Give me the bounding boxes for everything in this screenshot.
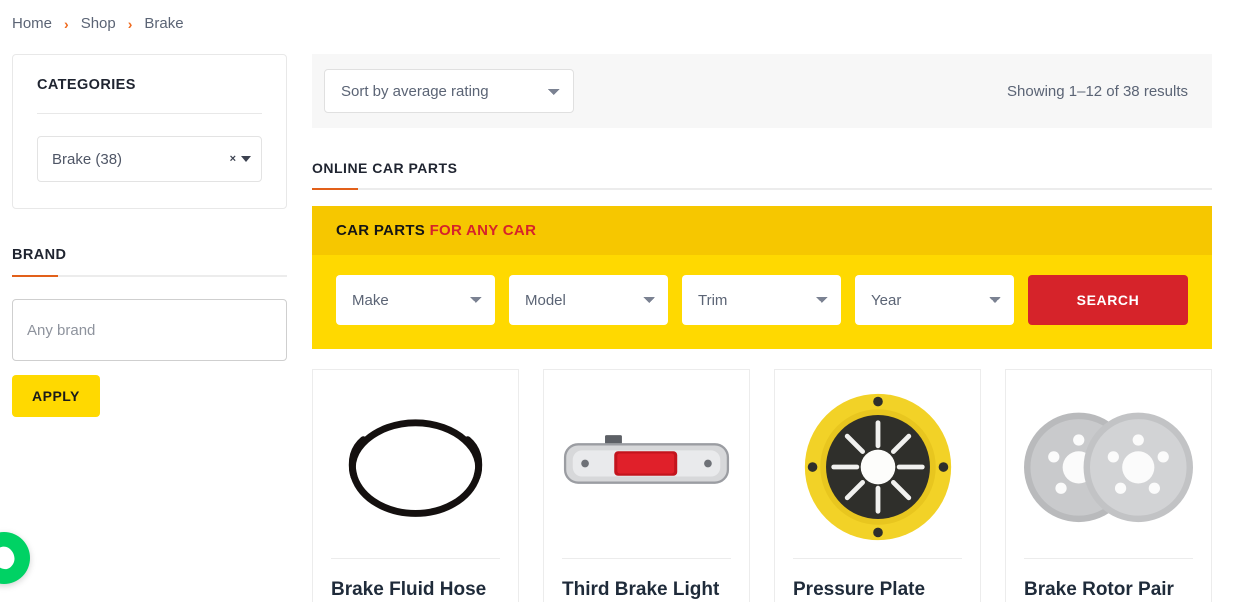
car-finder-heading: CAR PARTS FOR ANY CAR <box>312 206 1212 255</box>
chevron-right-icon: › <box>64 15 69 32</box>
product-card[interactable]: Brake Rotor Pair <box>1005 369 1212 602</box>
categories-panel: CATEGORIES Brake (38) × <box>12 54 287 209</box>
product-title[interactable]: Third Brake Light <box>562 577 731 602</box>
main-content: Sort by average rating Showing 1–12 of 3… <box>312 32 1212 602</box>
category-select[interactable]: Brake (38) × <box>37 136 262 182</box>
section-underline <box>312 188 1212 190</box>
whatsapp-icon <box>0 546 15 570</box>
brand-input[interactable] <box>12 299 287 361</box>
product-card[interactable]: Third Brake Light <box>543 369 750 602</box>
apply-button[interactable]: APPLY <box>12 375 100 417</box>
trim-select[interactable]: Trim <box>682 275 841 325</box>
breadcrumb-item-shop[interactable]: Shop <box>81 15 116 32</box>
product-image-brake-fluid-hose <box>331 384 500 544</box>
make-select[interactable]: Make <box>336 275 495 325</box>
chevron-right-icon: › <box>127 15 133 32</box>
product-card[interactable]: Pressure Plate <box>774 369 981 602</box>
chevron-down-icon[interactable] <box>241 156 251 162</box>
divider <box>793 558 962 559</box>
results-count: Showing 1–12 of 38 results <box>1007 82 1188 100</box>
car-finder-fields: Make Model Trim Year SEARCH <box>312 255 1212 349</box>
category-select-value: Brake (38) <box>52 150 123 168</box>
divider <box>562 558 731 559</box>
page-layout: CATEGORIES Brake (38) × BRAND APPLY Sort… <box>0 32 1255 602</box>
year-select[interactable]: Year <box>855 275 1014 325</box>
product-image-third-brake-light <box>562 384 731 544</box>
car-finder-heading-primary: CAR PARTS <box>336 222 426 239</box>
sidebar: CATEGORIES Brake (38) × BRAND APPLY <box>12 32 287 417</box>
product-card[interactable]: Brake Fluid Hose <box>312 369 519 602</box>
divider <box>37 113 262 114</box>
breadcrumb-item-home[interactable]: Home <box>12 15 52 32</box>
product-title[interactable]: Pressure Plate <box>793 577 962 602</box>
category-select-icons: × <box>230 153 251 165</box>
product-grid: Brake Fluid Hose Third Brake Light Press… <box>312 369 1212 602</box>
product-image-pressure-plate <box>793 384 962 544</box>
sort-toolbar: Sort by average rating Showing 1–12 of 3… <box>312 54 1212 128</box>
brand-underline <box>12 275 287 277</box>
car-finder-heading-accent: FOR ANY CAR <box>429 222 537 239</box>
clear-icon[interactable]: × <box>230 153 236 165</box>
section-header: ONLINE CAR PARTS <box>312 160 1212 190</box>
divider <box>1024 558 1193 559</box>
product-title[interactable]: Brake Fluid Hose <box>331 577 500 602</box>
categories-title: CATEGORIES <box>37 77 136 93</box>
brand-title: BRAND <box>12 247 67 263</box>
sort-select[interactable]: Sort by average rating <box>324 69 574 113</box>
product-image-brake-rotor-pair <box>1024 384 1193 544</box>
model-select[interactable]: Model <box>509 275 668 325</box>
car-finder-widget: CAR PARTS FOR ANY CAR Make Model Trim Ye… <box>312 206 1212 349</box>
product-title[interactable]: Brake Rotor Pair <box>1024 577 1193 602</box>
brand-filter: BRAND APPLY <box>12 247 287 417</box>
breadcrumb-item-brake[interactable]: Brake <box>144 15 183 32</box>
breadcrumb: Home › Shop › Brake <box>0 0 1255 32</box>
search-button[interactable]: SEARCH <box>1028 275 1188 325</box>
divider <box>331 558 500 559</box>
section-title: ONLINE CAR PARTS <box>312 160 458 176</box>
